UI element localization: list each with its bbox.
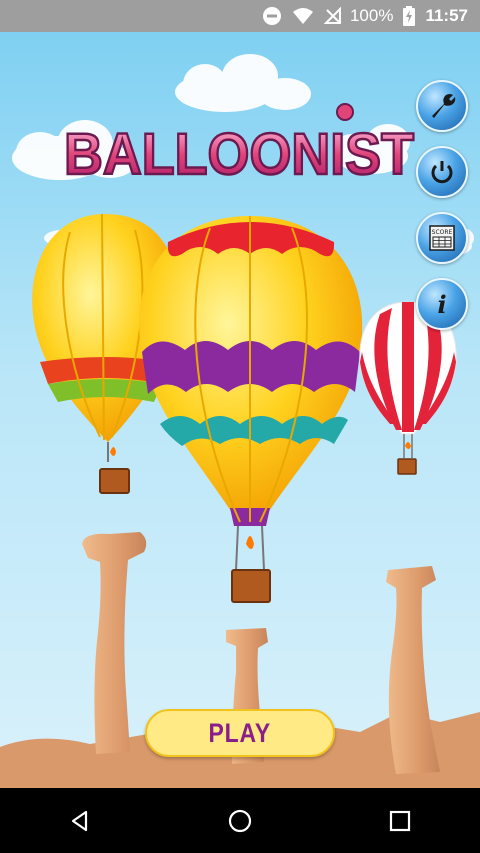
battery-charging-icon (403, 6, 416, 26)
wifi-icon (292, 7, 314, 25)
balloon-center (139, 216, 363, 603)
settings-button[interactable] (416, 80, 468, 132)
clock: 11:57 (425, 6, 468, 25)
rock-pillar-left (82, 532, 147, 754)
no-signal-icon (323, 7, 342, 25)
home-button[interactable] (210, 791, 270, 851)
navigation-bar (0, 788, 480, 853)
power-button[interactable] (416, 146, 468, 198)
title-text: BALLOONIST (64, 122, 414, 187)
battery-percent: 100% (349, 6, 394, 25)
recents-square-icon (389, 810, 411, 831)
back-button[interactable] (50, 791, 110, 851)
info-icon: i (437, 290, 446, 318)
score-icon-text: SCORE (432, 229, 453, 236)
back-triangle-icon (71, 810, 88, 831)
scoreboard-button[interactable]: SCORE (416, 212, 468, 264)
game-scene: BALLOONIST SCORE i PLAY (0, 32, 480, 788)
recents-button[interactable] (370, 791, 430, 851)
minus-circle-icon (262, 6, 282, 26)
info-button[interactable]: i (416, 278, 468, 330)
scoreboard-icon: SCORE (429, 225, 455, 251)
rock-pillar-right (386, 566, 440, 774)
status-bar: 100% 11:57 (0, 0, 480, 32)
power-icon (431, 161, 453, 184)
svg-text:i: i (437, 290, 446, 318)
home-circle-icon (228, 809, 252, 832)
title-dot (336, 103, 354, 121)
game-title: BALLOONIST (63, 103, 415, 188)
wrench-icon (432, 94, 456, 118)
play-button[interactable]: PLAY (145, 709, 335, 757)
play-button-label: PLAY (208, 717, 272, 748)
